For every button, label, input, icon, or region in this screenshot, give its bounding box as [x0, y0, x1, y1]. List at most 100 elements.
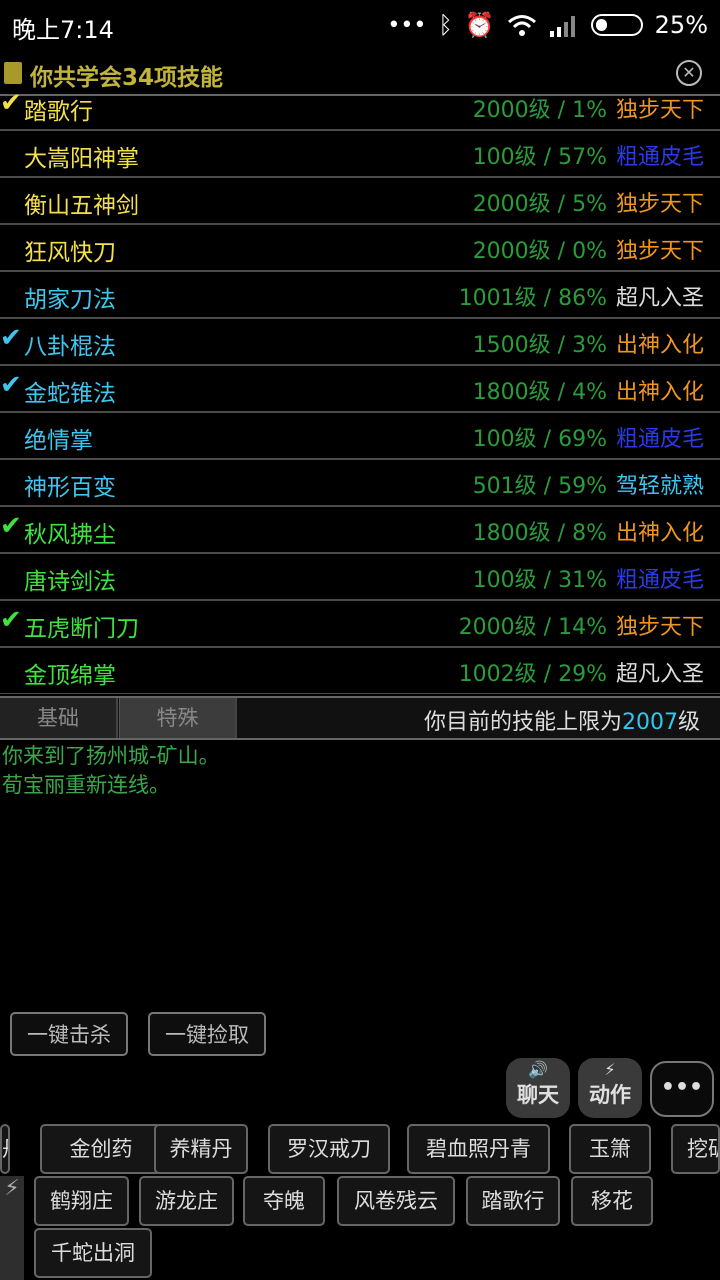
skill-chip[interactable]: 千蛇出洞 [34, 1228, 152, 1278]
skill-chip[interactable]: 挖矿 [671, 1124, 720, 1174]
skill-name: 大嵩阳神掌 [24, 146, 139, 172]
action-label: 动作 [589, 1083, 631, 1107]
wifi-icon [507, 15, 536, 36]
lightning-icon: ⚡ [604, 1060, 616, 1079]
skill-info: 2000级 / 1% 独步天下 [473, 94, 704, 124]
chat-label: 聊天 [517, 1083, 559, 1107]
skill-rank: 独步天下 [615, 239, 704, 264]
skill-row[interactable]: 大嵩阳神掌 100级 / 57% 粗通皮毛 [0, 131, 720, 178]
close-icon[interactable]: ✕ [676, 60, 702, 86]
skill-list[interactable]: ✔ 踏歌行 2000级 / 1% 独步天下 大嵩阳神掌 100级 / 57% 粗通皮毛衡… [0, 94, 720, 694]
action-button[interactable]: ⚡ 动作 [578, 1058, 642, 1118]
kill-all-button[interactable]: 一键击杀 [10, 1012, 128, 1056]
skill-name: 神形百变 [24, 475, 116, 501]
skill-info: 100级 / 69% 粗通皮毛 [473, 421, 704, 453]
skill-name: 金顶绵掌 [24, 663, 116, 689]
skill-name: 绝情掌 [24, 428, 93, 454]
battery-icon [590, 14, 643, 36]
skill-rank: 超凡入圣 [615, 662, 704, 687]
skill-chip[interactable]: 罗汉戒刀 [268, 1124, 390, 1174]
skill-row[interactable]: 绝情掌 100级 / 69% 粗通皮毛 [0, 413, 720, 460]
skill-level: 1001级 / 86% [458, 286, 607, 311]
tab-special[interactable]: 特殊 [119, 698, 237, 738]
skill-chip[interactable]: 踏歌行 [466, 1176, 560, 1226]
checkmark-icon: ✔ [0, 605, 22, 635]
message-log: 你来到了扬州城-矿山。 荀宝丽重新连线。 [2, 742, 220, 800]
skill-name: 衡山五神剑 [24, 193, 139, 219]
skill-row[interactable]: ✔ 踏歌行 2000级 / 1% 独步天下 [0, 94, 720, 131]
skill-limit-value: 2007 [621, 710, 678, 735]
skill-name: 胡家刀法 [24, 287, 116, 313]
skill-name: 秋风拂尘 [24, 522, 116, 548]
book-icon [4, 62, 22, 84]
skill-chip[interactable]: 金创药 [40, 1124, 162, 1174]
checkmark-icon: ✔ [0, 94, 22, 118]
overflow-dots-icon: ••• [387, 12, 427, 38]
skill-name: 唐诗剑法 [24, 569, 116, 595]
skills-header: 你共学会34项技能 ✕ [0, 56, 720, 96]
skill-level: 1002级 / 29% [458, 662, 607, 687]
skill-row[interactable]: 金顶绵掌 1002级 / 29% 超凡入圣 [0, 648, 720, 694]
skill-rank: 独步天下 [615, 615, 704, 640]
skill-info: 501级 / 59% 驾轻就熟 [473, 468, 704, 500]
skill-info: 2000级 / 14% 独步天下 [459, 609, 704, 641]
skill-name: 踏歌行 [24, 99, 93, 125]
status-bar: 晚上7:14 ••• ᛒ ⏰ 25% [0, 0, 720, 50]
skill-row[interactable]: ✔ 金蛇锥法 1800级 / 4% 出神入化 [0, 366, 720, 413]
skill-rank: 驾轻就熟 [615, 474, 704, 499]
skill-chip[interactable]: 养精丹 [154, 1124, 248, 1174]
skill-info: 1002级 / 29% 超凡入圣 [459, 656, 704, 688]
skill-tabs: 基础 特殊 你目前的技能上限为2007级 [0, 696, 720, 740]
skill-rank: 出神入化 [615, 521, 704, 546]
skill-info: 2000级 / 5% 独步天下 [473, 186, 704, 218]
skill-level: 1800级 / 8% [472, 521, 607, 546]
skill-row[interactable]: ✔ 五虎断门刀 2000级 / 14% 独步天下 [0, 601, 720, 648]
skill-level: 2000级 / 0% [472, 239, 607, 264]
skill-chip[interactable]: 玉箫 [569, 1124, 651, 1174]
skill-chip[interactable]: 夺魄 [243, 1176, 325, 1226]
checkmark-icon: ✔ [0, 323, 22, 353]
chat-button[interactable]: 🔊 聊天 [506, 1058, 570, 1118]
skill-rank: 出神入化 [615, 380, 704, 405]
skill-rank: 出神入化 [615, 333, 704, 358]
skill-info: 1800级 / 8% 出神入化 [473, 515, 704, 547]
skill-name: 金蛇锥法 [24, 381, 116, 407]
skill-level: 1800级 / 4% [472, 380, 607, 405]
skill-row[interactable]: ✔ 八卦棍法 1500级 / 3% 出神入化 [0, 319, 720, 366]
more-button[interactable]: ••• [650, 1061, 714, 1117]
skill-rank: 独步天下 [615, 98, 704, 123]
skill-chip[interactable]: 风卷残云 [337, 1176, 455, 1226]
skill-row[interactable]: 唐诗剑法 100级 / 31% 粗通皮毛 [0, 554, 720, 601]
speaker-icon: 🔊 [528, 1060, 548, 1079]
skill-row[interactable]: 胡家刀法 1001级 / 86% 超凡入圣 [0, 272, 720, 319]
alarm-icon: ⏰ [464, 11, 495, 39]
skill-level: 501级 / 59% [472, 474, 607, 499]
pick-all-button[interactable]: 一键捡取 [148, 1012, 266, 1056]
skill-level: 2000级 / 1% [472, 98, 607, 123]
skill-level: 100级 / 31% [472, 568, 607, 593]
signal-icon [549, 16, 575, 37]
status-icons: ••• ᛒ ⏰ 25% [387, 8, 708, 42]
skill-chip[interactable]: 游龙庄 [139, 1176, 234, 1226]
skill-row[interactable]: ✔ 秋风拂尘 1800级 / 8% 出神入化 [0, 507, 720, 554]
lightning-side-icon[interactable]: ⚡ [0, 1176, 24, 1280]
skill-chip[interactable]: 移花 [571, 1176, 653, 1226]
skill-row[interactable]: 衡山五神剑 2000级 / 5% 独步天下 [0, 178, 720, 225]
skill-level: 1500级 / 3% [472, 333, 607, 358]
skill-level: 2000级 / 5% [472, 192, 607, 217]
skill-limit: 你目前的技能上限为2007级 [424, 704, 700, 736]
skill-row[interactable]: 狂风快刀 2000级 / 0% 独步天下 [0, 225, 720, 272]
skill-chip[interactable]: 丹 [0, 1124, 10, 1174]
skill-rank: 粗通皮毛 [615, 427, 704, 452]
skill-level: 100级 / 69% [472, 427, 607, 452]
skill-row[interactable]: 神形百变 501级 / 59% 驾轻就熟 [0, 460, 720, 507]
skill-info: 100级 / 31% 粗通皮毛 [473, 562, 704, 594]
skill-chip[interactable]: 碧血照丹青 [407, 1124, 550, 1174]
skill-chip[interactable]: 鹤翔庄 [34, 1176, 129, 1226]
skill-rank: 粗通皮毛 [615, 145, 704, 170]
skill-level: 100级 / 57% [472, 145, 607, 170]
bluetooth-icon: ᛒ [438, 11, 453, 39]
skill-info: 1001级 / 86% 超凡入圣 [459, 280, 704, 312]
tab-basic[interactable]: 基础 [0, 698, 118, 738]
skill-level: 2000级 / 14% [458, 615, 607, 640]
